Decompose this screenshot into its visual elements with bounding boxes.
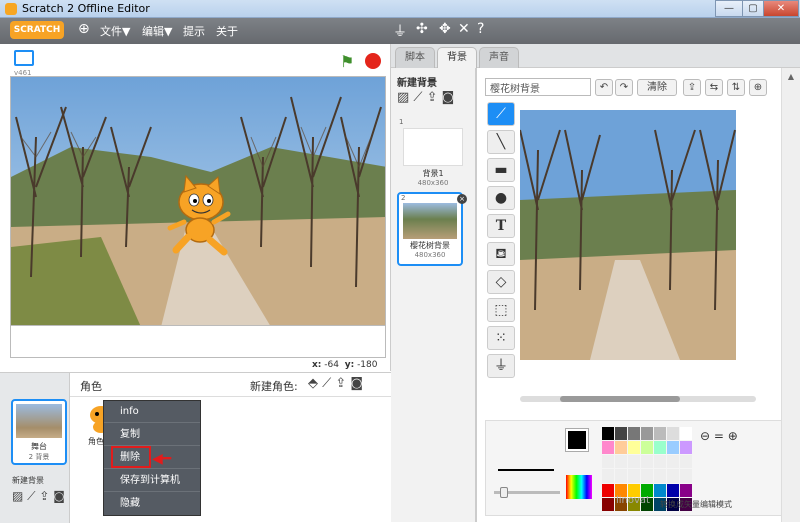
- undo-icon[interactable]: ↶: [595, 79, 613, 96]
- window-title: Scratch 2 Offline Editor: [22, 2, 150, 15]
- new-backdrop-label: 新建背景: [12, 476, 44, 485]
- tab-backdrops[interactable]: 背景: [437, 47, 477, 68]
- stamp-tool-icon[interactable]: ⏚: [487, 354, 515, 378]
- fullscreen-icon[interactable]: [14, 50, 34, 66]
- vertical-scrollbar[interactable]: ▲: [781, 68, 800, 522]
- eraser-tool-icon[interactable]: ◇: [487, 270, 515, 294]
- new-backdrop-header: 新建背景: [397, 78, 437, 89]
- shrink-icon[interactable]: ✕: [458, 21, 470, 37]
- ctx-hide[interactable]: 隐藏: [104, 493, 200, 515]
- ctx-save-to-computer[interactable]: 保存到计算机: [104, 470, 200, 492]
- vector-mode-button[interactable]: 转换成矢量编辑模式: [660, 499, 732, 510]
- backdrop-1-number: 1: [399, 118, 404, 126]
- backdrop-1-size: 480x360: [417, 179, 449, 187]
- stop-icon[interactable]: [365, 53, 381, 69]
- backdrop-2-size: 480x360: [414, 251, 446, 259]
- green-flag-icon[interactable]: ⚑: [340, 52, 354, 71]
- slider-thumb[interactable]: [500, 487, 508, 498]
- new-backdrop-tools-icon[interactable]: ▨ ⟋ ⇪ ◙: [12, 489, 65, 504]
- watermark-text: linovat: [616, 495, 650, 506]
- backdrop-2-name: 樱花树背景: [410, 241, 450, 250]
- brush-size-slider[interactable]: [494, 487, 560, 498]
- paint-canvas[interactable]: [520, 110, 736, 360]
- set-center-icon[interactable]: ⊕: [749, 79, 767, 96]
- menu-edit[interactable]: 编辑▼: [142, 23, 172, 39]
- remove-background-icon[interactable]: ⁙: [487, 326, 515, 350]
- title-bar: Scratch 2 Offline Editor — ▢ ✕: [0, 0, 800, 18]
- backdrop-1-thumb: [403, 128, 463, 166]
- help-icon[interactable]: ?: [477, 21, 484, 37]
- rectangle-tool-icon[interactable]: ▬: [487, 158, 515, 182]
- flip-horizontal-icon[interactable]: ⇆: [705, 79, 723, 96]
- backdrop-count: 2 背景: [28, 453, 50, 461]
- color-panel: ⊖ = ⊕ 转换成矢量编辑模式 linovat: [485, 420, 791, 516]
- backdrop-tools-icon[interactable]: ▨ ⟋ ⇪ ◙: [397, 90, 454, 105]
- stage-backdrop-image: [11, 77, 385, 325]
- canvas-backdrop-image: [520, 110, 736, 360]
- tab-scripts[interactable]: 脚本: [395, 47, 435, 68]
- brush-tool-icon[interactable]: ⟋: [487, 102, 515, 126]
- ctx-info[interactable]: info: [104, 401, 200, 423]
- stage-canvas[interactable]: [10, 76, 386, 326]
- backdrop-item-1[interactable]: 1 背景1 480x360: [399, 118, 467, 188]
- new-sprite-tools-icon[interactable]: ⬘ ⟋ ⇪ ◙: [308, 376, 363, 391]
- backdrop-name-field[interactable]: [485, 78, 591, 96]
- ctx-duplicate[interactable]: 复制: [104, 424, 200, 446]
- tab-sounds[interactable]: 声音: [479, 47, 519, 68]
- backdrop-list: 新建背景 ▨ ⟋ ⇪ ◙ 1 背景1 480x360 2 樱花树背景 480x3…: [391, 68, 476, 522]
- grow-icon[interactable]: ✥: [439, 21, 451, 37]
- stage-thumbnail[interactable]: 舞台 2 背景: [11, 399, 67, 465]
- backdrop-1-name: 背景1: [422, 169, 444, 178]
- redo-icon[interactable]: ↷: [615, 79, 633, 96]
- delete-highlight-box: [111, 446, 151, 468]
- primary-color-swatch[interactable]: [565, 428, 589, 452]
- zoom-controls-icon[interactable]: ⊖ = ⊕: [700, 429, 738, 443]
- minimize-button[interactable]: —: [715, 0, 743, 17]
- stage-thumbnail-column: 舞台 2 背景 新建背景 ▨ ⟋ ⇪ ◙: [0, 373, 70, 523]
- scroll-up-icon[interactable]: ▲: [785, 72, 797, 84]
- stage-thumbnail-image: [16, 404, 62, 438]
- clear-button[interactable]: 清除: [637, 79, 677, 96]
- menu-bar: SCRATCH ⊕ 文件▼ 编辑▼ 提示 关于 ⏚ ✣ ✥ ✕ ?: [0, 18, 800, 44]
- sprites-title: 角色: [80, 380, 102, 393]
- stage-label: 舞台: [31, 442, 47, 451]
- backdrop-2-number: 2: [401, 194, 406, 202]
- stage-info-strip: [10, 326, 386, 358]
- backdrop-2-thumb: [403, 203, 457, 239]
- duplicate-stamp-icon[interactable]: ⏚: [393, 21, 407, 41]
- scratch-logo[interactable]: SCRATCH: [10, 21, 64, 39]
- globe-icon[interactable]: ⊕: [78, 21, 90, 37]
- menu-file[interactable]: 文件▼: [100, 23, 130, 39]
- ellipse-tool-icon[interactable]: ●: [487, 186, 515, 210]
- menu-tips[interactable]: 提示: [183, 23, 205, 39]
- backdrop-item-2[interactable]: 2 樱花树背景 480x360: [397, 192, 463, 266]
- horizontal-scrollbar-thumb[interactable]: [560, 396, 680, 402]
- app-icon: [5, 3, 17, 15]
- menu-about[interactable]: 关于: [216, 23, 238, 39]
- mouse-coordinates: x: -64 y: -180: [312, 360, 378, 370]
- new-sprite-label: 新建角色:: [250, 380, 298, 393]
- line-tool-icon[interactable]: ╲: [487, 130, 515, 154]
- arrow-left-icon: ◀━: [152, 451, 172, 467]
- fill-tool-icon[interactable]: ⛾: [487, 242, 515, 266]
- flip-vertical-icon[interactable]: ⇅: [727, 79, 745, 96]
- horizontal-scrollbar[interactable]: [520, 396, 756, 402]
- close-button[interactable]: ✕: [763, 0, 799, 17]
- brush-size-preview: [498, 469, 554, 471]
- maximize-button[interactable]: ▢: [742, 0, 764, 17]
- import-icon[interactable]: ⇪: [683, 79, 701, 96]
- stage-area: v461 ⚑ x: -64 y: -180: [0, 44, 391, 371]
- delete-backdrop-icon[interactable]: ×: [457, 194, 467, 204]
- paint-editor: ↶ ↷ 清除 ⇪ ⇆ ⇅ ⊕ ⟋ ╲ ▬ ● T ⛾ ◇ ⬚ ⁙ ⏚: [476, 68, 800, 522]
- text-tool-icon[interactable]: T: [487, 214, 515, 238]
- select-tool-icon[interactable]: ⬚: [487, 298, 515, 322]
- cut-icon[interactable]: ✣: [416, 21, 428, 37]
- sprite-header: 角色 新建角色: ⬘ ⟋ ⇪ ◙: [70, 373, 391, 397]
- color-picker-icon[interactable]: [566, 475, 592, 499]
- editor-tabs: 脚本 背景 声音: [391, 44, 800, 68]
